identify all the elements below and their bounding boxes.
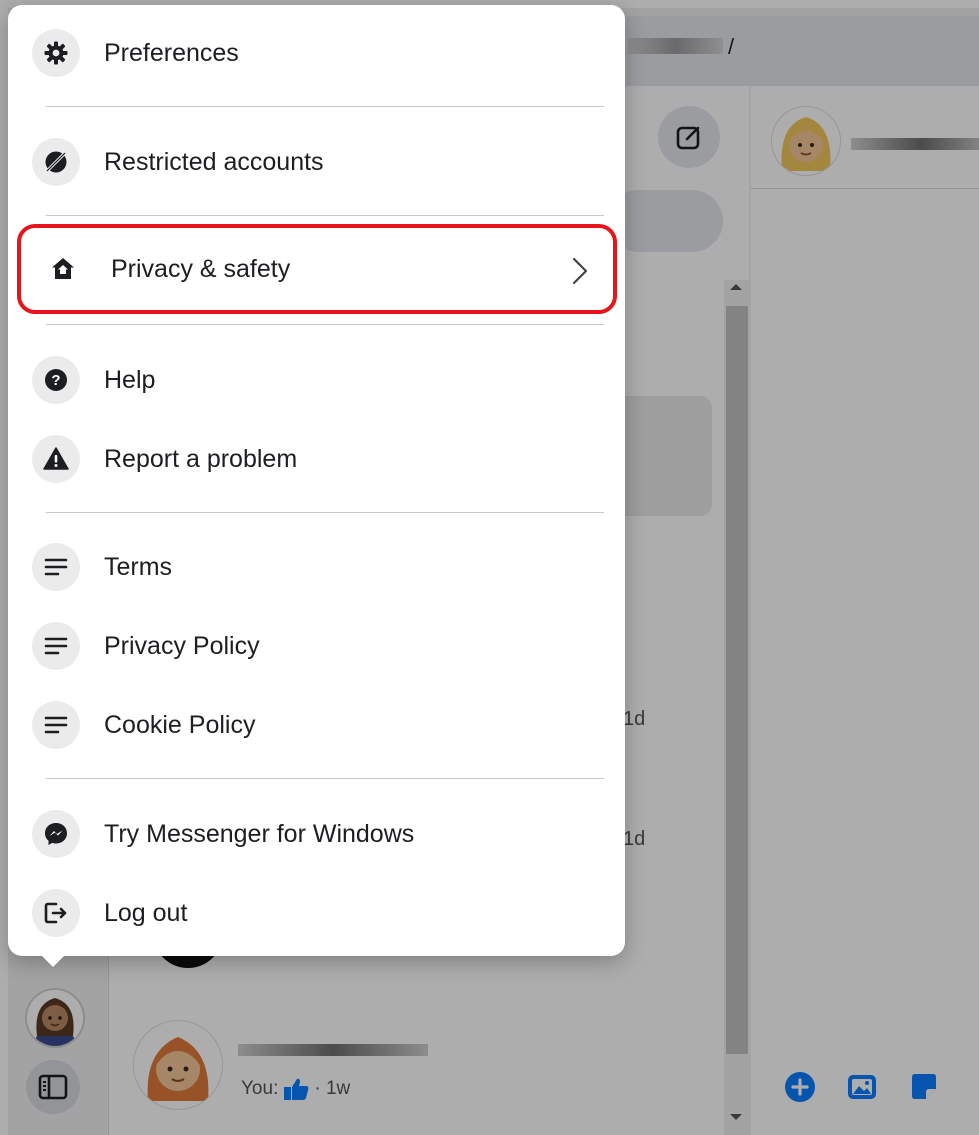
menu-divider bbox=[46, 324, 604, 325]
chevron-right-icon bbox=[571, 256, 589, 291]
menu-item-label: Privacy & safety bbox=[111, 254, 291, 283]
menu-item-privacy-safety[interactable]: Privacy & safety bbox=[17, 224, 617, 314]
menu-item-label: Restricted accounts bbox=[104, 147, 324, 176]
menu-item-label: Privacy Policy bbox=[104, 631, 260, 660]
restricted-icon bbox=[32, 138, 80, 186]
svg-text:?: ? bbox=[51, 372, 60, 389]
menu-item-label: Terms bbox=[104, 552, 173, 581]
menu-divider bbox=[46, 778, 604, 779]
logout-icon bbox=[32, 889, 80, 937]
gear-icon bbox=[32, 29, 80, 77]
messenger-icon bbox=[32, 810, 80, 858]
lines-icon bbox=[32, 701, 80, 749]
home-shield-icon bbox=[39, 245, 87, 293]
menu-item-label: Try Messenger for Windows bbox=[104, 819, 415, 848]
menu-item-log-out[interactable]: Log out bbox=[28, 882, 605, 944]
menu-item-label: Log out bbox=[104, 898, 188, 927]
warning-icon bbox=[32, 435, 80, 483]
lines-icon bbox=[32, 622, 80, 670]
menu-item-help[interactable]: ? Help bbox=[28, 349, 605, 411]
menu-divider bbox=[46, 512, 604, 513]
menu-item-try-messenger-for-windows[interactable]: Try Messenger for Windows bbox=[28, 803, 605, 865]
menu-item-row: Privacy & safety bbox=[35, 238, 595, 300]
menu-item-privacy-policy[interactable]: Privacy Policy bbox=[28, 615, 605, 677]
menu-divider bbox=[46, 215, 604, 216]
menu-item-label: Cookie Policy bbox=[104, 710, 256, 739]
menu-item-preferences[interactable]: Preferences bbox=[28, 22, 605, 84]
menu-item-label: Preferences bbox=[104, 38, 239, 67]
menu-item-label: Report a problem bbox=[104, 444, 298, 473]
lines-icon bbox=[32, 543, 80, 591]
menu-item-terms[interactable]: Terms bbox=[28, 536, 605, 598]
settings-menu: Preferences Restricted accounts ? Help R… bbox=[8, 5, 625, 956]
menu-item-restricted-accounts[interactable]: Restricted accounts bbox=[28, 131, 605, 193]
menu-divider bbox=[46, 106, 604, 107]
menu-item-cookie-policy[interactable]: Cookie Policy bbox=[28, 694, 605, 756]
question-icon: ? bbox=[32, 356, 80, 404]
menu-item-report-a-problem[interactable]: Report a problem bbox=[28, 428, 605, 490]
menu-pointer bbox=[35, 949, 71, 967]
menu-item-label: Help bbox=[104, 365, 156, 394]
